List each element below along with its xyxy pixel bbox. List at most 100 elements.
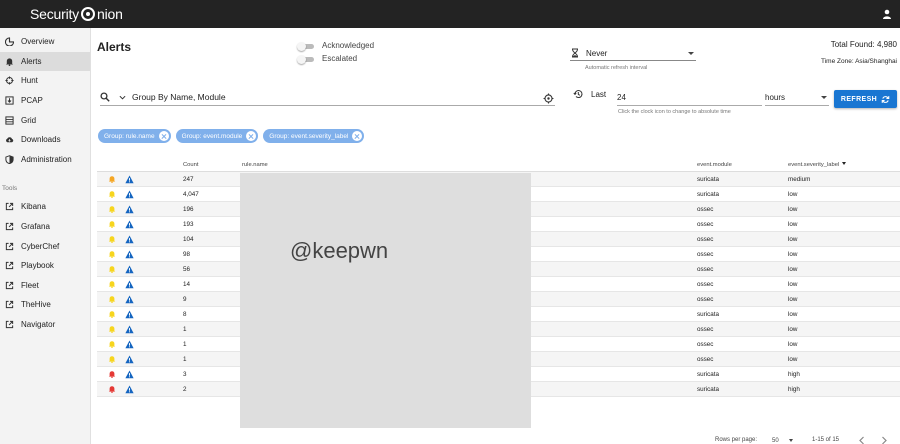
bell-icon[interactable]	[108, 295, 116, 303]
cell-severity[interactable]: low	[788, 281, 900, 288]
sidebar-tool-fleet[interactable]: Fleet	[0, 276, 90, 296]
cell-module[interactable]: ossec	[697, 356, 788, 363]
bell-icon[interactable]	[108, 325, 116, 333]
sidebar-item-overview[interactable]: Overview	[0, 32, 90, 52]
cell-count[interactable]: 56	[183, 266, 242, 273]
sidebar-item-grid[interactable]: Grid	[0, 110, 90, 130]
escalate-warning-icon[interactable]	[125, 235, 134, 244]
cell-module[interactable]: suricata	[697, 311, 788, 318]
search-icon[interactable]	[100, 92, 110, 102]
bell-icon[interactable]	[108, 190, 116, 198]
time-unit-select[interactable]: hours	[765, 89, 829, 106]
bell-icon[interactable]	[108, 220, 116, 228]
acknowledged-toggle[interactable]	[297, 41, 314, 51]
cell-severity[interactable]: low	[788, 236, 900, 243]
sidebar-item-alerts[interactable]: Alerts	[0, 51, 90, 72]
cell-count[interactable]: 2	[183, 386, 242, 393]
bell-icon[interactable]	[108, 205, 116, 213]
cell-module[interactable]: ossec	[697, 296, 788, 303]
crosshair-icon[interactable]	[543, 93, 554, 104]
cell-count[interactable]: 4,047	[183, 191, 242, 198]
sidebar-tool-thehive[interactable]: TheHive	[0, 295, 90, 315]
group-chip[interactable]: Group: rule.name	[98, 129, 171, 143]
escalate-warning-icon[interactable]	[125, 385, 134, 394]
bell-icon[interactable]	[108, 370, 116, 378]
cell-module[interactable]: suricata	[697, 371, 788, 378]
escalate-warning-icon[interactable]	[125, 205, 134, 214]
cell-count[interactable]: 3	[183, 371, 242, 378]
cell-module[interactable]: ossec	[697, 251, 788, 258]
escalate-warning-icon[interactable]	[125, 325, 134, 334]
cell-module[interactable]: ossec	[697, 236, 788, 243]
cell-severity[interactable]: low	[788, 296, 900, 303]
escalate-warning-icon[interactable]	[125, 310, 134, 319]
cell-severity[interactable]: low	[788, 191, 900, 198]
sidebar-tool-cyberchef[interactable]: CyberChef	[0, 236, 90, 256]
sidebar-item-pcap[interactable]: PCAP	[0, 91, 90, 111]
cell-module[interactable]: suricata	[697, 386, 788, 393]
cell-module[interactable]: ossec	[697, 341, 788, 348]
brand-logo[interactable]: Security nion	[30, 6, 123, 22]
cell-count[interactable]: 98	[183, 251, 242, 258]
group-chip[interactable]: Group: event.module	[175, 129, 259, 143]
column-header-severity[interactable]: event.severity_label	[788, 162, 900, 168]
bell-icon[interactable]	[108, 250, 116, 258]
cell-count[interactable]: 14	[183, 281, 242, 288]
cell-severity[interactable]: low	[788, 311, 900, 318]
cell-count[interactable]: 193	[183, 221, 242, 228]
cell-severity[interactable]: low	[788, 326, 900, 333]
sidebar-tool-playbook[interactable]: Playbook	[0, 256, 90, 276]
bell-icon[interactable]	[108, 340, 116, 348]
rows-per-page-select[interactable]: 50	[771, 435, 793, 444]
chevron-down-icon[interactable]	[119, 94, 126, 101]
escalate-warning-icon[interactable]	[125, 175, 134, 184]
escalate-warning-icon[interactable]	[125, 355, 134, 364]
cell-severity[interactable]: low	[788, 341, 900, 348]
cell-count[interactable]: 1	[183, 326, 242, 333]
escalate-warning-icon[interactable]	[125, 280, 134, 289]
cell-count[interactable]: 9	[183, 296, 242, 303]
cell-module[interactable]: ossec	[697, 281, 788, 288]
history-clock-icon[interactable]	[573, 89, 583, 99]
cell-severity[interactable]: low	[788, 206, 900, 213]
sidebar-tool-navigator[interactable]: Navigator	[0, 315, 90, 335]
cell-count[interactable]: 196	[183, 206, 242, 213]
refresh-interval-select[interactable]: Never	[570, 46, 696, 61]
bell-icon[interactable]	[108, 235, 116, 243]
cell-module[interactable]: ossec	[697, 206, 788, 213]
bell-icon[interactable]	[108, 385, 116, 393]
user-account-icon[interactable]	[882, 9, 892, 19]
bell-icon[interactable]	[108, 355, 116, 363]
sidebar-tool-kibana[interactable]: Kibana	[0, 197, 90, 217]
escalate-warning-icon[interactable]	[125, 340, 134, 349]
close-icon[interactable]	[352, 131, 363, 141]
cell-severity[interactable]: low	[788, 251, 900, 258]
sidebar-item-hunt[interactable]: Hunt	[0, 71, 90, 91]
sidebar-tool-grafana[interactable]: Grafana	[0, 217, 90, 237]
refresh-button[interactable]: REFRESH	[834, 90, 897, 108]
cell-severity[interactable]: low	[788, 221, 900, 228]
close-icon[interactable]	[158, 131, 169, 141]
escalate-warning-icon[interactable]	[125, 220, 134, 229]
cell-count[interactable]: 104	[183, 236, 242, 243]
query-input[interactable]: Group By Name, Module	[100, 89, 555, 106]
chevron-right-icon[interactable]	[880, 436, 888, 444]
escalate-warning-icon[interactable]	[125, 250, 134, 259]
cell-severity[interactable]: high	[788, 371, 900, 378]
cell-module[interactable]: ossec	[697, 266, 788, 273]
sidebar-item-administration[interactable]: Administration	[0, 150, 90, 170]
bell-icon[interactable]	[108, 310, 116, 318]
escalate-warning-icon[interactable]	[125, 190, 134, 199]
bell-icon[interactable]	[108, 280, 116, 288]
cell-module[interactable]: ossec	[697, 221, 788, 228]
escalate-warning-icon[interactable]	[125, 265, 134, 274]
bell-icon[interactable]	[108, 265, 116, 273]
cell-module[interactable]: suricata	[697, 191, 788, 198]
cell-count[interactable]: 1	[183, 356, 242, 363]
cell-severity[interactable]: low	[788, 266, 900, 273]
column-header-rule-name[interactable]: rule.name	[242, 162, 697, 168]
close-icon[interactable]	[246, 131, 257, 141]
column-header-module[interactable]: event.module	[697, 162, 788, 168]
cell-count[interactable]: 247	[183, 176, 242, 183]
group-chip[interactable]: Group: event.severity_label	[263, 129, 365, 143]
